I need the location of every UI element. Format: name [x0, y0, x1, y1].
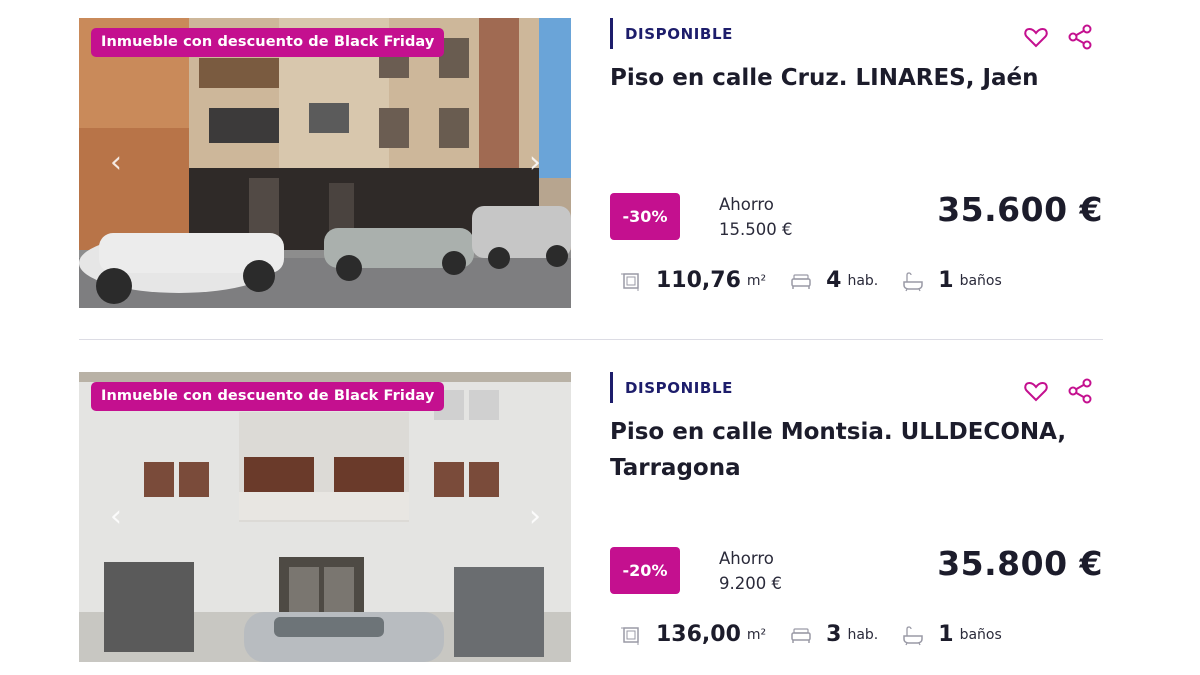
- baths-value: 1: [938, 622, 954, 647]
- bathtub-icon: [903, 271, 924, 291]
- saving-block: Ahorro 9.200 €: [719, 546, 782, 596]
- area-value: 110,76: [656, 268, 741, 293]
- black-friday-badge: Inmueble con descuento de Black Friday: [91, 28, 445, 57]
- rooms-feature: 4 hab.: [790, 268, 878, 293]
- saving-label: Ahorro: [719, 549, 774, 568]
- status-badge: DISPONIBLE: [610, 18, 733, 49]
- baths-unit: baños: [959, 272, 1002, 289]
- heart-icon[interactable]: [1023, 378, 1049, 404]
- share-icon[interactable]: [1067, 24, 1093, 50]
- area-unit: m²: [746, 272, 767, 289]
- chevron-right-icon[interactable]: ›: [523, 502, 547, 532]
- saving-label: Ahorro: [719, 195, 774, 214]
- area-feature: 136,00 m²: [620, 622, 766, 647]
- heart-icon[interactable]: [1023, 24, 1049, 50]
- baths-feature: 1 baños: [902, 622, 1002, 647]
- chevron-left-icon[interactable]: ‹: [104, 148, 128, 178]
- rooms-unit: hab.: [847, 626, 879, 643]
- building-photo: [79, 18, 571, 308]
- listing-actions: [1023, 24, 1093, 50]
- bed-icon: [791, 273, 811, 289]
- listing-info: DISPONIBLE Piso en calle Montsia. ULLDEC…: [610, 372, 1103, 662]
- area-value: 136,00: [656, 622, 741, 647]
- rooms-unit: hab.: [847, 272, 879, 289]
- price: 35.800 €: [937, 544, 1103, 583]
- chevron-left-icon[interactable]: ‹: [104, 502, 128, 532]
- saving-amount: 9.200 €: [719, 574, 782, 593]
- discount-badge: -30%: [610, 193, 680, 240]
- area-unit: m²: [746, 626, 767, 643]
- listing-actions: [1023, 378, 1093, 404]
- share-icon[interactable]: [1067, 378, 1093, 404]
- listing-title[interactable]: Piso en calle Cruz. LINARES, Jaén: [610, 60, 1070, 96]
- listing-card[interactable]: Inmueble con descuento de Black Friday ‹…: [79, 18, 1103, 308]
- chevron-right-icon[interactable]: ›: [523, 148, 547, 178]
- bed-icon: [791, 627, 811, 643]
- bathtub-icon: [903, 625, 924, 645]
- listing-title[interactable]: Piso en calle Montsia. ULLDECONA, Tarrag…: [610, 414, 1070, 486]
- listing-photo[interactable]: Inmueble con descuento de Black Friday ‹…: [79, 18, 571, 308]
- saving-block: Ahorro 15.500 €: [719, 192, 792, 242]
- listing-divider: [79, 339, 1103, 340]
- area-feature: 110,76 m²: [620, 268, 766, 293]
- features-row: 110,76 m² 4 hab. 1 baños: [620, 268, 1026, 293]
- baths-value: 1: [938, 268, 954, 293]
- building-photo: [79, 372, 571, 662]
- black-friday-badge: Inmueble con descuento de Black Friday: [91, 382, 445, 411]
- price: 35.600 €: [937, 190, 1103, 229]
- rooms-value: 4: [826, 268, 842, 293]
- status-badge: DISPONIBLE: [610, 372, 733, 403]
- floorplan-icon: [621, 272, 639, 291]
- discount-badge: -20%: [610, 547, 680, 594]
- rooms-feature: 3 hab.: [790, 622, 878, 647]
- listing-photo[interactable]: Inmueble con descuento de Black Friday ‹…: [79, 372, 571, 662]
- listing-card[interactable]: Inmueble con descuento de Black Friday ‹…: [79, 372, 1103, 662]
- baths-feature: 1 baños: [902, 268, 1002, 293]
- features-row: 136,00 m² 3 hab. 1 baños: [620, 622, 1026, 647]
- listing-info: DISPONIBLE Piso en calle Cruz. LINARES, …: [610, 18, 1103, 308]
- rooms-value: 3: [826, 622, 842, 647]
- saving-amount: 15.500 €: [719, 220, 793, 239]
- floorplan-icon: [621, 626, 639, 645]
- baths-unit: baños: [959, 626, 1002, 643]
